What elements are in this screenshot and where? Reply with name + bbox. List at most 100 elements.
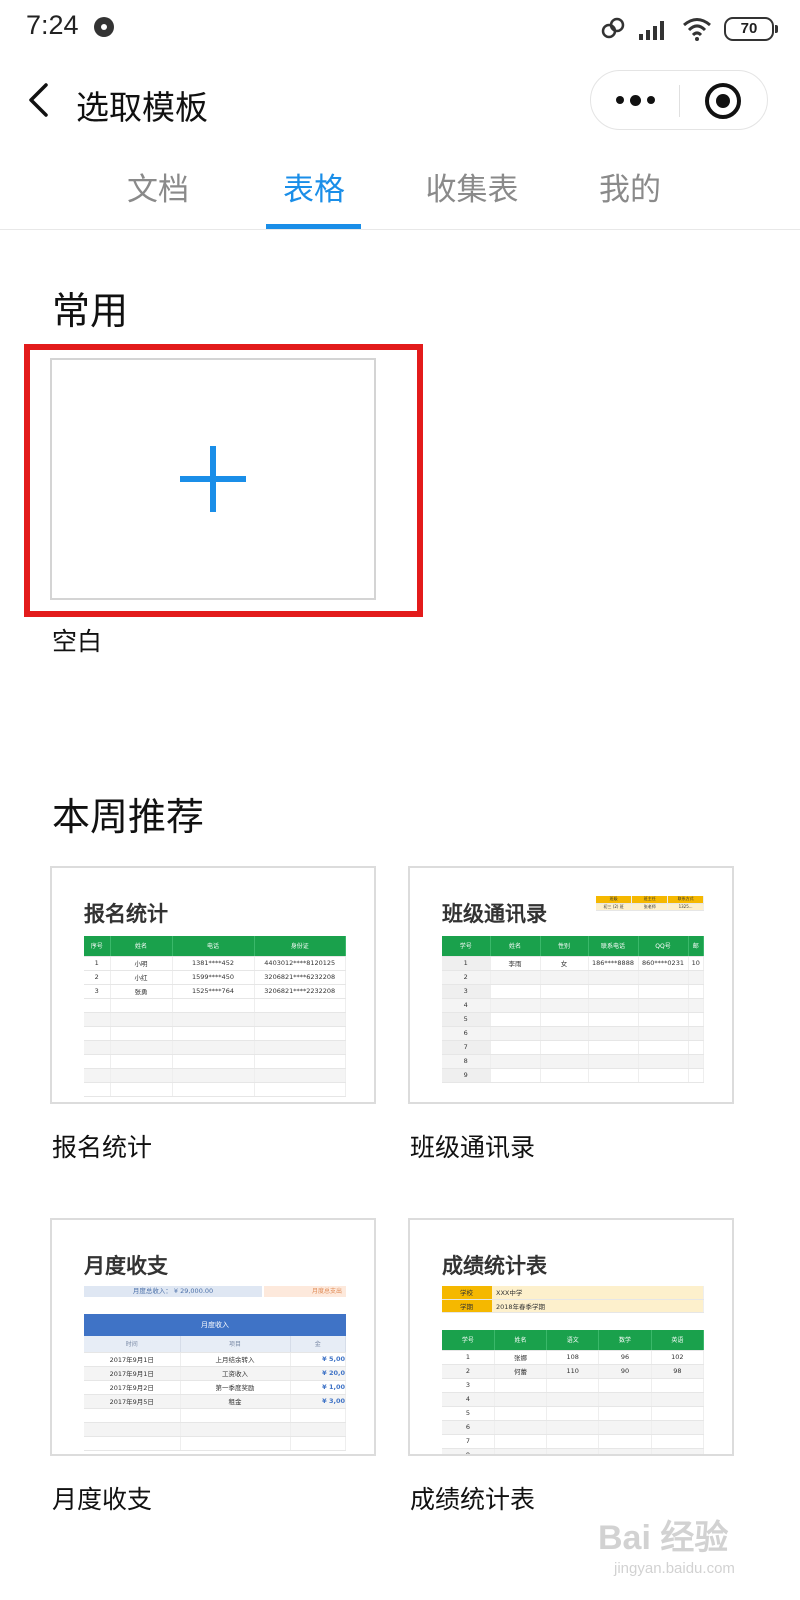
thumb-header-cell: 身份证	[254, 936, 346, 957]
thumb-cell: 7	[442, 1040, 491, 1055]
nav-bar: 选取模板	[0, 64, 800, 136]
thumb-cell: 102	[651, 1350, 705, 1365]
miniprogram-capsule	[590, 70, 768, 130]
template-label-budget: 月度收支	[52, 1485, 153, 1514]
template-label-signup: 报名统计	[52, 1133, 153, 1162]
thumb-header-cell: 数学	[598, 1330, 652, 1351]
thumb-cell: 2017年9月2日	[84, 1380, 181, 1395]
template-card-signup[interactable]: 报名统计 序号 姓名 电话 身份证 1 小明 1381****452 44030…	[50, 866, 376, 1104]
tab-mine[interactable]: 我的	[560, 164, 700, 209]
thumb-cell: 4	[442, 1392, 495, 1407]
highlight-box	[24, 344, 423, 617]
thumb-cell: 2	[84, 970, 111, 985]
thumb-header-cell: 姓名	[110, 936, 173, 957]
thumb-cell: 3	[442, 984, 491, 999]
tab-sheets[interactable]: 表格	[244, 164, 384, 209]
thumb-cell: 2017年9月1日	[84, 1352, 181, 1367]
thumb-cell: 2017年9月1日	[84, 1366, 181, 1381]
watermark: Bai 经验 jingyan.baidu.com	[598, 1510, 748, 1588]
template-tabs: 文档 表格 收集表 我的	[0, 150, 800, 230]
thumb-cell: 4	[442, 998, 491, 1013]
thumb-cell: 2	[442, 970, 491, 985]
thumb-cell: 3206821****6232208	[254, 970, 346, 985]
active-tab-indicator	[266, 224, 361, 229]
close-miniprogram-button[interactable]	[705, 83, 741, 119]
thumb-cell: ¥ 20,0	[290, 1366, 346, 1381]
thumb-info-value: 初三 (2) 班	[596, 903, 633, 911]
thumb-cell: 8	[442, 1054, 491, 1069]
income-band-title: 月度收入	[84, 1314, 346, 1336]
thumb-header-cell: 电话	[172, 936, 255, 957]
term-label: 学期	[442, 1299, 492, 1313]
thumb-cell: 张娜	[494, 1350, 548, 1365]
expense-summary: 月度总支出	[264, 1286, 346, 1297]
thumb-cell: 张勇	[110, 984, 173, 999]
thumb-cell: 4403012****8120125	[254, 956, 346, 971]
wifi-icon	[683, 18, 711, 41]
more-icon	[615, 96, 624, 104]
thumb-cell: 110	[546, 1364, 600, 1379]
more-button[interactable]	[591, 71, 679, 129]
thumb-cell: 7	[442, 1434, 495, 1449]
thumb-cell: 1	[442, 1350, 495, 1365]
thumb-cell: 8	[442, 1448, 495, 1454]
template-card-budget[interactable]: 月度收支 月度总收入： ¥ 29,000.00 月度总支出 月度收入 时间 项目…	[50, 1218, 376, 1456]
chevron-left-icon	[29, 83, 48, 117]
thumb-cell: 2017年9月5日	[84, 1394, 181, 1409]
school-value: XXX中学	[492, 1286, 704, 1300]
watermark-logo-text: Bai 经验	[598, 1519, 729, 1557]
thumb-cell: 5	[442, 1406, 495, 1421]
thumb-cell: 上月结余转入	[180, 1352, 291, 1367]
thumb-header-cell: 性别	[540, 936, 589, 957]
thumb-cell: 1599****450	[172, 970, 255, 985]
thumb-cell: 98	[651, 1364, 705, 1379]
thumb-header-cell: 邮	[688, 936, 704, 957]
thumb-cell: 何蕾	[494, 1364, 548, 1379]
thumb-header-cell: 时间	[84, 1336, 181, 1353]
battery-icon: 70	[724, 17, 778, 41]
status-icons: 70	[600, 14, 778, 44]
thumb-cell: 9	[442, 1068, 491, 1083]
thumb-cell: 10	[688, 956, 704, 971]
template-card-grades[interactable]: 成绩统计表 学校 XXX中学 学期 2018年春季学期 学号 姓名 语文 数学 …	[408, 1218, 734, 1456]
school-label: 学校	[442, 1286, 492, 1300]
thumb-cell: 186****8888	[588, 956, 639, 971]
thumb-cell: 工资收入	[180, 1366, 291, 1381]
thumb-table: 序号 姓名 电话 身份证 1 小明 1381****452 4403012***…	[84, 936, 346, 1097]
thumb-cell: 租金	[180, 1394, 291, 1409]
thumb-header-cell: 学号	[442, 1330, 495, 1351]
status-bar: 7:24 70	[0, 0, 800, 58]
watermark-url: jingyan.baidu.com	[614, 1560, 735, 1577]
thumb-cell: 1525****764	[172, 984, 255, 999]
thumb-header-cell: 英语	[651, 1330, 705, 1351]
back-button[interactable]	[18, 78, 58, 122]
thumb-title: 报名统计	[84, 902, 168, 926]
term-value: 2018年春季学期	[492, 1299, 704, 1313]
thumb-cell: 3	[84, 984, 111, 999]
thumb-cell: 860****0231	[638, 956, 689, 971]
thumb-header-cell: 联系电话	[588, 936, 639, 957]
thumb-cell: 3206821****2232208	[254, 984, 346, 999]
signal-icon	[639, 21, 664, 40]
template-label-grades: 成绩统计表	[410, 1485, 536, 1514]
thumb-info-table: 学校 XXX中学 学期 2018年春季学期	[442, 1286, 704, 1313]
thumb-title: 班级通讯录	[442, 902, 547, 926]
blank-template-label: 空白	[52, 627, 103, 656]
thumb-title: 月度收支	[84, 1254, 168, 1278]
thumb-info-value: 1325...	[667, 903, 704, 911]
income-summary: 月度总收入： ¥ 29,000.00	[84, 1286, 262, 1297]
tab-docs[interactable]: 文档	[88, 164, 228, 209]
tab-forms[interactable]: 收集表	[402, 164, 542, 209]
thumb-header-cell: 项目	[180, 1336, 291, 1353]
thumb-cell: 6	[442, 1420, 495, 1435]
thumb-header-cell: 姓名	[490, 936, 541, 957]
thumb-cell: 1381****452	[172, 956, 255, 971]
hotspot-icon	[601, 17, 625, 39]
weekly-section-title: 本周推荐	[52, 795, 205, 839]
thumb-info-header: 班级	[596, 896, 633, 904]
thumb-cell: ¥ 3,00	[290, 1394, 346, 1409]
thumb-cell: 3	[442, 1378, 495, 1393]
thumb-cell: 小明	[110, 956, 173, 971]
template-card-contacts[interactable]: 班级通讯录 班级 班主任 联系方式 初三 (2) 班 张老师 1325... 学…	[408, 866, 734, 1104]
thumb-title: 成绩统计表	[442, 1254, 547, 1278]
